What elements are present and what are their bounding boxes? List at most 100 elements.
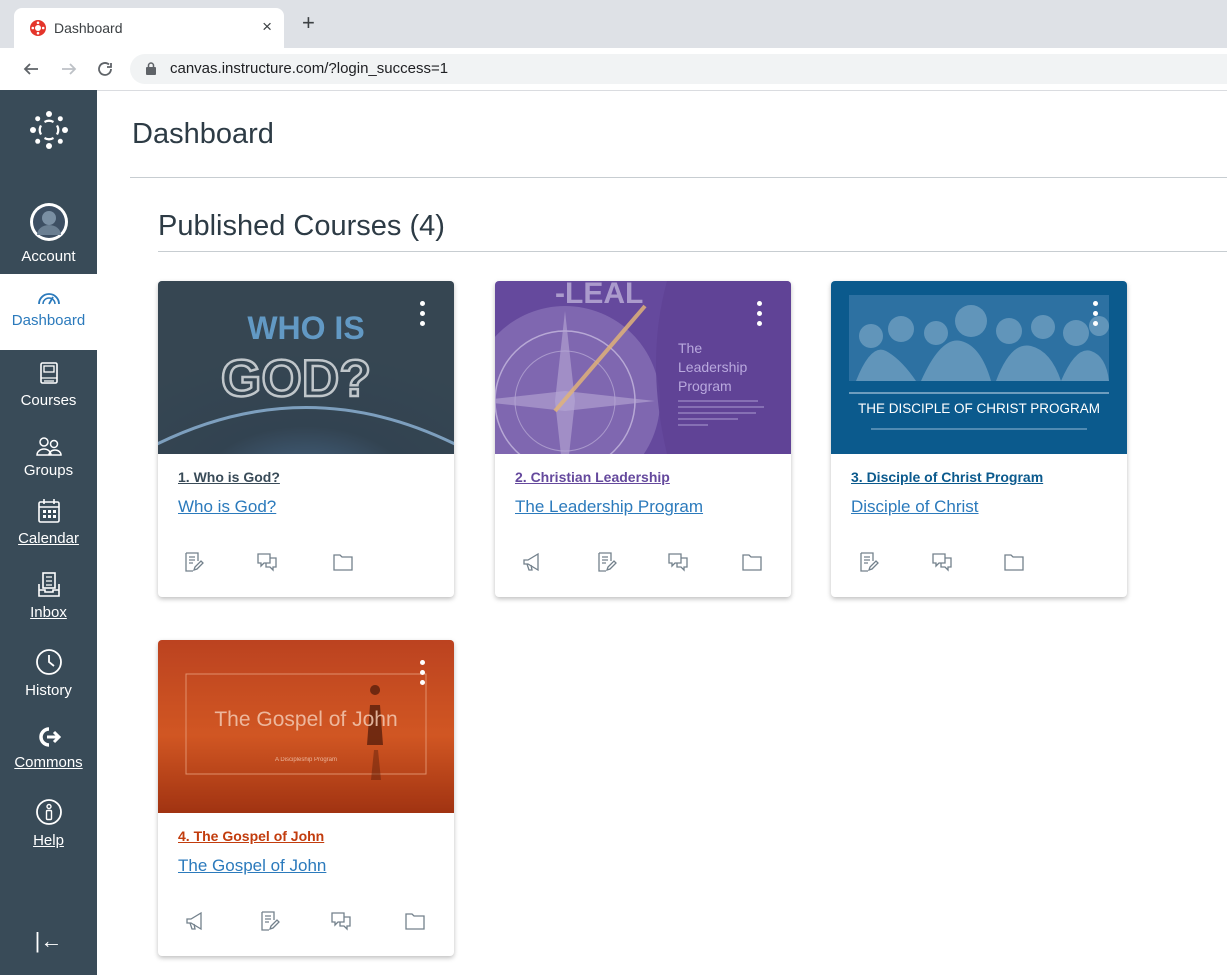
nav-item-courses[interactable]: Courses [0, 362, 97, 409]
address-bar: canvas.instructure.com/?login_success=1 [0, 48, 1227, 91]
course-card-actions [831, 551, 1127, 581]
card-options-icon[interactable] [757, 301, 763, 329]
course-card-hero[interactable]: The Gospel of John A Discipleship Progra… [158, 640, 454, 813]
discussions-icon[interactable] [256, 551, 278, 573]
course-card-hero[interactable]: -LEAL The Leadership Program [495, 281, 791, 454]
forward-arrow-icon[interactable] [60, 60, 78, 78]
discussions-icon[interactable] [667, 551, 689, 573]
hero-text: The [678, 340, 702, 356]
canvas-favicon-icon [30, 20, 46, 36]
course-title-link[interactable]: 3. Disciple of Christ Program [851, 469, 1043, 485]
url-box[interactable]: canvas.instructure.com/?login_success=1 [130, 54, 1227, 84]
hero-text: A Discipleship Program [275, 757, 337, 763]
course-hero-image: THE DISCIPLE OF CHRIST PROGRAM [831, 281, 1127, 454]
hero-text: Program [678, 378, 732, 394]
hero-text: -LEAL [555, 281, 643, 310]
assignments-icon[interactable] [857, 551, 879, 573]
course-card: -LEAL The Leadership Program 2. Christia… [495, 281, 791, 597]
course-subtitle-link[interactable]: Who is God? [178, 497, 276, 517]
nav-label-groups: Groups [23, 462, 74, 479]
browser-tab-strip: Dashboard × + [0, 0, 1227, 48]
course-hero-image: The Gospel of John A Discipleship Progra… [158, 640, 454, 813]
nav-label-inbox: Inbox [30, 604, 67, 621]
course-title-link[interactable]: 2. Christian Leadership [515, 469, 670, 485]
commons-icon [38, 727, 61, 747]
page-title: Dashboard [132, 118, 274, 150]
divider [130, 177, 1227, 178]
tab-close-icon[interactable]: × [262, 17, 272, 37]
nav-label-history: History [25, 682, 72, 699]
avatar-icon [29, 203, 68, 241]
course-hero-image: -LEAL The Leadership Program [495, 281, 791, 454]
nav-label-dashboard: Dashboard [11, 312, 86, 329]
course-hero-image: WHO IS GOD? [158, 281, 454, 454]
global-nav: Account Dashboard Courses Groups Calenda… [0, 90, 97, 975]
card-options-icon[interactable] [420, 301, 426, 329]
files-icon[interactable] [332, 551, 354, 573]
nav-item-history[interactable]: History [0, 648, 97, 699]
calendar-icon [37, 499, 60, 523]
reload-icon[interactable] [96, 60, 114, 78]
nav-item-calendar[interactable]: Calendar [0, 498, 97, 547]
collapse-arrow-icon: |← [34, 928, 63, 953]
groups-icon [35, 437, 62, 456]
nav-label-calendar: Calendar [18, 530, 79, 547]
hero-text: THE DISCIPLE OF CHRIST PROGRAM [858, 401, 1100, 416]
browser-tab[interactable]: Dashboard × [14, 8, 284, 48]
files-icon[interactable] [1003, 551, 1025, 573]
canvas-logo[interactable] [0, 108, 97, 156]
assignments-icon[interactable] [595, 551, 617, 573]
assignments-icon[interactable] [182, 551, 204, 573]
section-title: Published Courses (4) [158, 210, 445, 242]
files-icon[interactable] [404, 910, 426, 932]
hero-text: WHO IS [247, 310, 364, 346]
nav-item-account[interactable]: Account [0, 202, 97, 265]
course-card-actions [158, 551, 454, 581]
course-subtitle-link[interactable]: The Gospel of John [178, 856, 326, 876]
course-subtitle-link[interactable]: The Leadership Program [515, 497, 703, 517]
canvas-logo-icon [29, 111, 68, 149]
nav-item-dashboard[interactable]: Dashboard [0, 274, 97, 350]
inbox-icon [37, 572, 60, 597]
divider [158, 251, 1227, 252]
history-clock-icon [35, 649, 62, 675]
nav-item-commons[interactable]: Commons [0, 726, 97, 771]
assignments-icon[interactable] [258, 910, 280, 932]
course-subtitle-link[interactable]: Disciple of Christ [851, 497, 979, 517]
nav-label-account: Account [21, 248, 76, 265]
discussions-icon[interactable] [931, 551, 953, 573]
course-card: THE DISCIPLE OF CHRIST PROGRAM 3. Discip… [831, 281, 1127, 597]
back-arrow-icon[interactable] [22, 60, 40, 78]
url-text: canvas.instructure.com/?login_success=1 [170, 60, 449, 77]
course-card-actions [158, 910, 454, 940]
course-card: WHO IS GOD? 1. Who is God? Who is God? [158, 281, 454, 597]
nav-label-help: Help [33, 832, 64, 849]
collapse-nav-button[interactable]: |← [0, 928, 97, 954]
card-options-icon[interactable] [420, 660, 426, 688]
help-info-icon [35, 799, 62, 825]
nav-item-groups[interactable]: Groups [0, 436, 97, 479]
tab-title: Dashboard [54, 20, 123, 36]
course-card-hero[interactable]: WHO IS GOD? [158, 281, 454, 454]
nav-label-courses: Courses [20, 392, 77, 409]
hero-text: The Gospel of John [214, 708, 397, 731]
announcements-icon[interactable] [184, 910, 206, 932]
new-tab-button[interactable]: + [302, 12, 315, 34]
hero-text: GOD? [221, 350, 371, 408]
nav-item-inbox[interactable]: Inbox [0, 572, 97, 621]
nav-label-commons: Commons [14, 754, 83, 771]
main-content: Dashboard Published Courses (4) WHO IS G… [97, 90, 1227, 975]
course-card-hero[interactable]: THE DISCIPLE OF CHRIST PROGRAM [831, 281, 1127, 454]
files-icon[interactable] [741, 551, 763, 573]
course-card: The Gospel of John A Discipleship Progra… [158, 640, 454, 956]
announcements-icon[interactable] [521, 551, 543, 573]
hero-text: Leadership [678, 359, 747, 375]
lock-icon [146, 62, 156, 75]
course-title-link[interactable]: 4. The Gospel of John [178, 828, 324, 844]
dashboard-icon [37, 293, 60, 305]
card-options-icon[interactable] [1093, 301, 1099, 329]
course-card-actions [495, 551, 791, 581]
course-title-link[interactable]: 1. Who is God? [178, 469, 280, 485]
discussions-icon[interactable] [330, 910, 352, 932]
nav-item-help[interactable]: Help [0, 798, 97, 849]
